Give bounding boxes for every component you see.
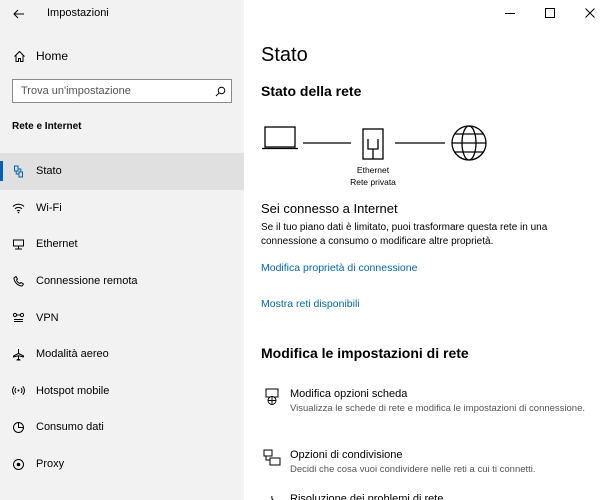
globe-icon bbox=[451, 125, 487, 161]
sidebar: Impostazioni Home Rete e Internet Stato … bbox=[0, 0, 244, 500]
sidebar-item-label: VPN bbox=[36, 311, 59, 324]
sharing-options[interactable]: Opzioni di condivisione Decidi che cosa … bbox=[261, 448, 606, 476]
change-adapter-options[interactable]: Modifica opzioni scheda Visualizza le sc… bbox=[261, 387, 606, 415]
option-description: Visualizza le schede di rete e modifica … bbox=[290, 403, 586, 414]
show-available-networks-link[interactable]: Mostra reti disponibili bbox=[261, 298, 360, 310]
connected-title: Sei connesso a Internet bbox=[261, 201, 398, 216]
wifi-icon bbox=[11, 201, 25, 215]
sidebar-item-connessione-remota[interactable]: Connessione remota bbox=[0, 263, 244, 300]
maximize-icon bbox=[545, 8, 555, 18]
sidebar-item-proxy[interactable]: Proxy bbox=[0, 446, 244, 483]
adapter-name: Ethernet bbox=[356, 165, 390, 175]
search-input[interactable] bbox=[13, 80, 209, 102]
vpn-icon bbox=[11, 311, 25, 325]
sidebar-item-hotspot-mobile[interactable]: Hotspot mobile bbox=[0, 373, 244, 410]
ethernet-adapter-icon bbox=[362, 128, 384, 160]
change-connection-properties-link[interactable]: Modifica proprietà di connessione bbox=[261, 262, 417, 274]
close-button[interactable] bbox=[570, 0, 610, 26]
sidebar-item-ethernet[interactable]: Ethernet bbox=[0, 226, 244, 263]
minimize-button[interactable] bbox=[490, 0, 530, 26]
sidebar-item-label: Proxy bbox=[36, 458, 65, 471]
connected-description: Se il tuo piano dati è limitato, puoi tr… bbox=[261, 222, 548, 247]
sidebar-item-label: Ethernet bbox=[36, 238, 78, 251]
dialup-icon bbox=[11, 274, 25, 288]
sidebar-item-label: Connessione remota bbox=[36, 275, 138, 288]
app-title: Impostazioni bbox=[47, 7, 109, 19]
option-title: Opzioni di condivisione bbox=[290, 449, 403, 461]
proxy-icon bbox=[11, 457, 25, 471]
option-title: Modifica opzioni scheda bbox=[290, 388, 408, 400]
maximize-button[interactable] bbox=[530, 0, 570, 26]
back-button[interactable] bbox=[8, 4, 30, 24]
search-icon[interactable] bbox=[209, 80, 231, 102]
sidebar-item-label: Consumo dati bbox=[36, 421, 104, 434]
sidebar-item-wifi[interactable]: Wi-Fi bbox=[0, 190, 244, 227]
sidebar-item-label: Stato bbox=[36, 165, 62, 178]
close-icon bbox=[585, 8, 595, 18]
sidebar-item-stato[interactable]: Stato bbox=[0, 153, 244, 190]
sidebar-item-label: Wi-Fi bbox=[36, 201, 62, 214]
home-icon bbox=[12, 49, 26, 63]
network-troubleshooter[interactable]: Risoluzione dei problemi di rete bbox=[261, 492, 606, 500]
sidebar-item-label: Hotspot mobile bbox=[36, 384, 110, 397]
sidebar-item-modalita-aereo[interactable]: Modalità aereo bbox=[0, 336, 244, 373]
minimize-icon bbox=[505, 13, 515, 14]
window-controls bbox=[490, 0, 610, 26]
option-title: Risoluzione dei problemi di rete bbox=[290, 493, 444, 500]
section-label: Rete e Internet bbox=[12, 121, 82, 132]
troubleshooter-icon bbox=[261, 493, 283, 500]
change-network-settings-title: Modifica le impostazioni di rete bbox=[261, 345, 469, 361]
computer-icon bbox=[262, 126, 298, 150]
adapter-options-icon bbox=[261, 388, 283, 410]
back-arrow-icon bbox=[13, 9, 24, 19]
sidebar-item-label: Modalità aereo bbox=[36, 348, 109, 361]
network-status-title: Stato della rete bbox=[261, 83, 362, 99]
page-title: Stato bbox=[261, 44, 308, 66]
sharing-options-icon bbox=[261, 449, 283, 471]
status-icon bbox=[11, 164, 25, 178]
titlebar-left: Impostazioni bbox=[0, 0, 244, 28]
network-type: Rete privata bbox=[350, 177, 396, 187]
ethernet-icon bbox=[11, 237, 25, 251]
sidebar-item-consumo-dati[interactable]: Consumo dati bbox=[0, 409, 244, 446]
hotspot-icon bbox=[11, 384, 25, 398]
home-label: Home bbox=[36, 49, 69, 63]
airplane-icon bbox=[11, 347, 25, 361]
adapter-label: Ethernet Rete privata bbox=[345, 164, 401, 188]
option-description: Decidi che cosa vuoi condividere nelle r… bbox=[290, 464, 536, 475]
search-box[interactable] bbox=[12, 79, 232, 103]
sidebar-nav: Stato Wi-Fi Ethernet Connessione remota … bbox=[0, 153, 244, 482]
data-usage-icon bbox=[11, 420, 25, 434]
sidebar-item-home[interactable]: Home bbox=[0, 43, 244, 69]
sidebar-item-vpn[interactable]: VPN bbox=[0, 299, 244, 336]
